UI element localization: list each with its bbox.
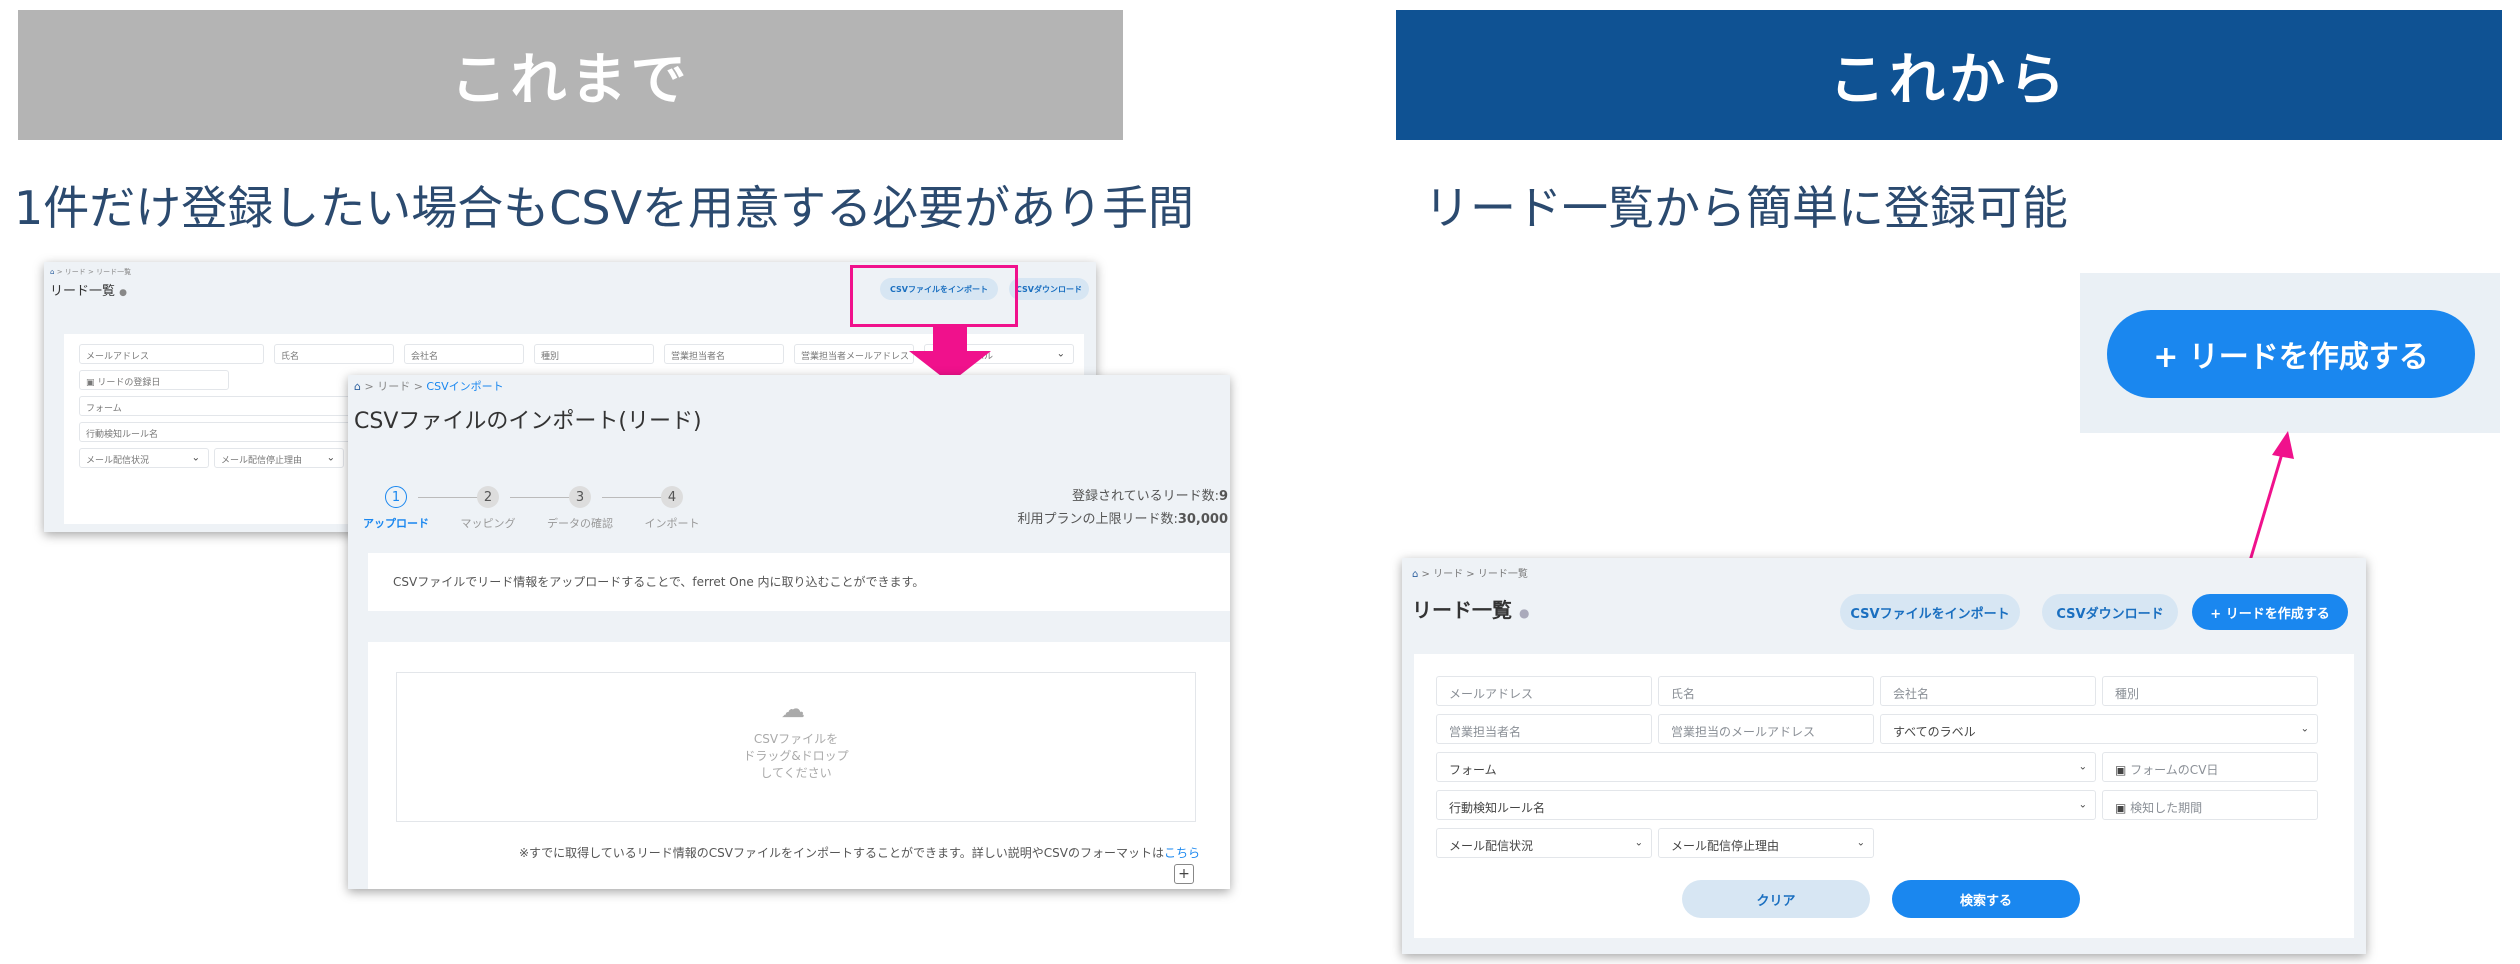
import-note: ※すでに取得しているリード情報のCSVファイルをインポートすることができます。詳…: [518, 846, 1200, 860]
home-icon: ⌂: [354, 380, 361, 393]
filter-mail-status[interactable]: メール配信状況 ⌄: [79, 448, 209, 468]
filter-sales-rep[interactable]: 営業担当者名: [1436, 714, 1652, 744]
chevron-down-icon: ⌄: [1634, 837, 1643, 849]
chevron-down-icon: ⌄: [326, 452, 335, 464]
step-connector: [602, 497, 662, 498]
filter-email[interactable]: メールアドレス: [79, 344, 264, 364]
calendar-icon: ▣: [2115, 801, 2127, 815]
step-1: 1: [385, 486, 407, 508]
registered-count: 登録されているリード数:9: [1071, 489, 1228, 504]
filter-sales-email[interactable]: 営業担当のメールアドレス: [1658, 714, 1874, 744]
filter-rule[interactable]: 行動検知ルール名: [79, 422, 379, 442]
chevron-down-icon: ⌄: [191, 452, 200, 464]
page-title: リード一覧 ●: [50, 284, 128, 299]
filter-register-date[interactable]: ▣ リードの登録日: [79, 370, 229, 390]
filter-type[interactable]: 種別: [534, 344, 654, 364]
filter-panel: メールアドレス 氏名 会社名 種別 営業担当者名 営業担当のメールアドレス すべ…: [1414, 654, 2354, 938]
home-icon: ⌂: [1412, 569, 1419, 580]
step-3: 3: [569, 486, 591, 508]
zoom-callout: + リードを作成する: [2080, 273, 2500, 433]
step-connector: [418, 497, 478, 498]
filter-sales-email[interactable]: 営業担当者メールアドレス: [794, 344, 914, 364]
filter-mail-stop[interactable]: メール配信停止理由 ⌄: [214, 448, 344, 468]
filter-type[interactable]: 種別: [2102, 676, 2318, 706]
filter-rule[interactable]: 行動検知ルール名 ⌄: [1436, 790, 2096, 820]
filter-form-date[interactable]: ▣ フォームのCV日: [2102, 752, 2318, 782]
filter-detect-date[interactable]: ▣ 検知した期間: [2102, 790, 2318, 820]
import-title: CSVファイルのインポート(リード): [354, 409, 702, 434]
filter-sales-rep[interactable]: 営業担当者名: [664, 344, 784, 364]
filter-company[interactable]: 会社名: [404, 344, 524, 364]
after-subtitle: リード一覧から簡単に登録可能: [1424, 181, 2068, 235]
chevron-down-icon: ⌄: [2078, 761, 2087, 773]
drop-text: CSVファイルを ドラッグ&ドロップ してください: [743, 732, 849, 780]
filter-mail-stop[interactable]: メール配信停止理由 ⌄: [1658, 828, 1874, 858]
step-2-label: マッピング: [460, 517, 516, 530]
csv-import-screenshot: ⌂ > リード > CSVインポート CSVファイルのインポート(リード) 1 …: [348, 375, 1230, 889]
after-banner-title: これから: [1829, 47, 2069, 113]
csv-download-button[interactable]: CSVダウンロード: [2042, 594, 2178, 630]
description-text: CSVファイルでリード情報をアップロードすることで、ferret One 内に取…: [393, 575, 925, 589]
filter-name[interactable]: 氏名: [1658, 676, 1874, 706]
chevron-down-icon: ⌄: [2300, 723, 2309, 735]
after-lead-list-screenshot: ⌂ > リード > リード一覧 リード一覧 ● CSVファイルをインポート CS…: [1402, 558, 2366, 954]
breadcrumb: ⌂ > リード > リード一覧: [50, 268, 132, 276]
breadcrumb: ⌂ > リード > リード一覧: [1412, 569, 1528, 580]
upload-card: ☁ CSVファイルを ドラッグ&ドロップ してください ※すでに取得しているリー…: [368, 642, 1230, 889]
filter-company[interactable]: 会社名: [1880, 676, 2096, 706]
after-banner: これから: [1396, 10, 2502, 140]
before-banner-title: これまで: [450, 47, 691, 113]
filter-mail-status[interactable]: メール配信状況 ⌄: [1436, 828, 1652, 858]
create-lead-button-zoom[interactable]: + リードを作成する: [2107, 310, 2475, 398]
csv-import-button[interactable]: CSVファイルをインポート: [1840, 594, 2020, 630]
help-icon: ●: [1518, 606, 1530, 620]
step-3-label: データの確認: [547, 517, 613, 530]
chevron-down-icon: ⌄: [1056, 348, 1065, 360]
before-banner: これまで: [18, 10, 1123, 140]
filter-email[interactable]: メールアドレス: [1436, 676, 1652, 706]
calendar-icon: ▣: [86, 378, 95, 388]
step-4: 4: [661, 486, 683, 508]
filter-name[interactable]: 氏名: [274, 344, 394, 364]
step-1-label: アップロード: [363, 517, 429, 530]
filter-form[interactable]: フォーム: [79, 396, 379, 416]
import-breadcrumb: ⌂ > リード > CSVインポート: [354, 380, 504, 393]
filter-label-select[interactable]: すべてのラベル⌄: [1880, 714, 2318, 744]
step-4-label: インポート: [644, 517, 700, 530]
format-link[interactable]: こちら: [1164, 846, 1200, 860]
search-button[interactable]: 検索する: [1892, 880, 2080, 918]
before-subtitle: 1件だけ登録したい場合もCSVを用意する必要があり手間: [14, 181, 1195, 235]
clear-button[interactable]: クリア: [1682, 880, 1870, 918]
home-icon: ⌂: [50, 268, 55, 276]
plus-button[interactable]: +: [1174, 864, 1194, 884]
csv-download-button[interactable]: CSVダウンロード: [1009, 278, 1089, 300]
chevron-down-icon: ⌄: [2078, 799, 2087, 811]
calendar-icon: ▣: [2115, 763, 2127, 777]
filter-form[interactable]: フォーム ⌄: [1436, 752, 2096, 782]
drop-zone[interactable]: ☁ CSVファイルを ドラッグ&ドロップ してください: [396, 672, 1196, 822]
help-icon: ●: [119, 288, 128, 298]
chevron-down-icon: ⌄: [1856, 837, 1865, 849]
highlight-box: [850, 265, 1018, 327]
description-card: CSVファイルでリード情報をアップロードすることで、ferret One 内に取…: [368, 553, 1230, 611]
step-2: 2: [477, 486, 499, 508]
plan-limit: 利用プランの上限リード数:30,000: [1017, 512, 1228, 527]
cloud-upload-icon: ☁: [781, 695, 805, 723]
step-connector: [510, 497, 570, 498]
page-title: リード一覧 ●: [1412, 598, 1530, 622]
create-lead-button[interactable]: + リードを作成する: [2192, 594, 2348, 630]
